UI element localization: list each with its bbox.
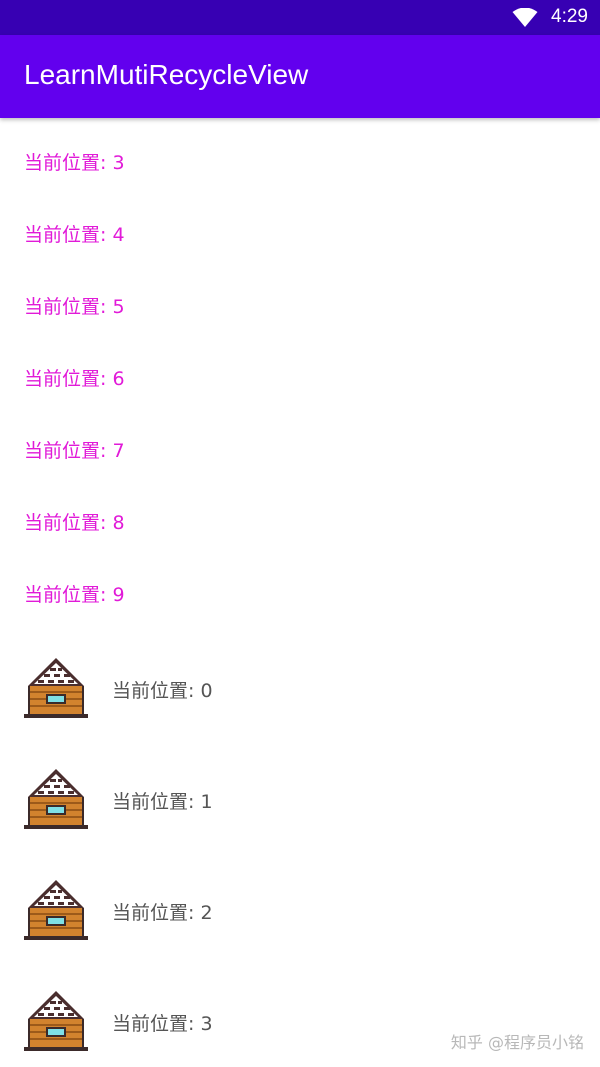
list-item-label: 当前位置: 7 <box>24 440 125 462</box>
list-item-text[interactable]: 当前位置: 4 <box>0 190 600 262</box>
status-bar: 4:29 <box>0 0 600 35</box>
list-item-label: 当前位置: 1 <box>112 791 213 813</box>
list-item-label: 当前位置: 6 <box>24 368 125 390</box>
house-icon <box>24 880 88 940</box>
list-item-text[interactable]: 当前位置: 6 <box>0 334 600 406</box>
list-item-label: 当前位置: 3 <box>24 152 125 174</box>
list-item-label: 当前位置: 3 <box>112 1013 213 1035</box>
list-item-image[interactable]: 当前位置: 0 <box>0 658 600 769</box>
house-icon <box>24 769 88 829</box>
house-icon <box>24 991 88 1051</box>
list-item-image[interactable]: 当前位置: 2 <box>0 880 600 991</box>
recycler-list[interactable]: 当前位置: 3 当前位置: 4 当前位置: 5 当前位置: 6 当前位置: 7 … <box>0 118 600 1067</box>
list-item-text[interactable]: 当前位置: 8 <box>0 478 600 550</box>
watermark: 知乎 @程序员小铭 <box>450 1033 584 1052</box>
list-item-text[interactable]: 当前位置: 7 <box>0 406 600 478</box>
status-time: 4:29 <box>551 6 588 27</box>
wifi-icon <box>512 8 538 27</box>
list-item-label: 当前位置: 0 <box>112 680 213 702</box>
list-item-text[interactable]: 当前位置: 5 <box>0 262 600 334</box>
app-bar: LearnMutiRecycleView <box>0 35 600 118</box>
list-item-label: 当前位置: 2 <box>112 902 213 924</box>
list-item-image[interactable]: 当前位置: 1 <box>0 769 600 880</box>
app-title: LearnMutiRecycleView <box>24 59 309 90</box>
list-item-label: 当前位置: 4 <box>24 224 125 246</box>
list-item-label: 当前位置: 9 <box>24 584 125 606</box>
house-icon <box>24 658 88 718</box>
list-item-text[interactable]: 当前位置: 9 <box>0 550 600 622</box>
list-item-label: 当前位置: 8 <box>24 512 125 534</box>
list-item-label: 当前位置: 5 <box>24 296 125 318</box>
list-item-text[interactable]: 当前位置: 3 <box>0 118 600 190</box>
